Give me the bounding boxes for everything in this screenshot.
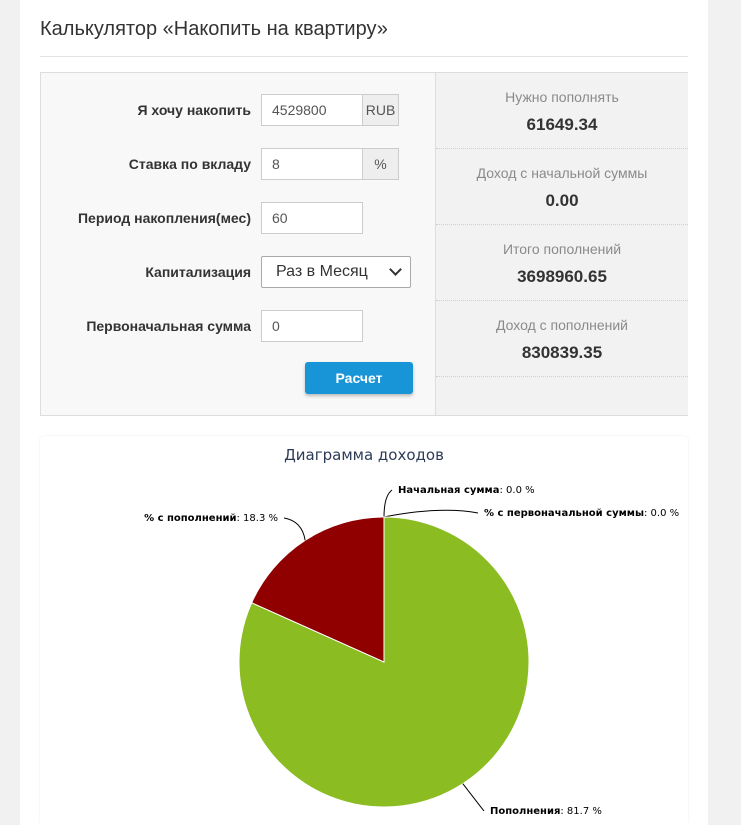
capitalization-select[interactable]: Раз в Месяц [261, 256, 411, 288]
initial-amount-input[interactable] [261, 310, 363, 342]
percent-addon: % [363, 148, 399, 180]
result-value: 3698960.65 [517, 267, 607, 286]
pie-connector-0 [383, 489, 393, 518]
result-initial-income: Доход с начальной суммы 0.00 [436, 149, 688, 225]
capitalization-label: Капитализация [145, 264, 251, 280]
results-panel: Нужно пополнять 61649.34 Доход с начальн… [435, 73, 688, 415]
calculator-panel: Я хочу накопить RUB Ставка по вкладу % П… [40, 72, 688, 416]
result-label: Доход с начальной суммы [476, 165, 648, 181]
pie-connector-2 [462, 783, 485, 812]
rate-label: Ставка по вкладу [128, 156, 251, 172]
initial-amount-label: Первоначальная сумма [86, 318, 251, 334]
target-amount-input[interactable] [261, 94, 363, 126]
pie-connector-1 [383, 509, 479, 518]
page-container: Калькулятор «Накопить на квартиру» Я хоч… [20, 0, 708, 825]
title-divider [40, 56, 688, 57]
pie-label-1: % с первоначальной суммы: 0.0 % [484, 508, 679, 519]
pie-label-3: % с пополнений: 18.3 % [144, 513, 278, 524]
period-input[interactable] [261, 202, 363, 234]
result-deposit-income: Доход с пополнений 830839.35 [436, 301, 688, 377]
target-amount-label: Я хочу накопить [137, 102, 251, 118]
income-pie-chart: Начальная сумма: 0.0 % % с первоначальной… [144, 485, 679, 817]
page-title: Калькулятор «Накопить на квартиру» [40, 18, 388, 40]
result-value: 830839.35 [521, 343, 603, 362]
rate-input[interactable] [261, 148, 363, 180]
result-label: Итого пополнений [502, 241, 622, 257]
result-total-deposits: Итого пополнений 3698960.65 [436, 225, 688, 301]
chevron-down-icon [389, 263, 402, 276]
period-label: Период накопления(мес) [77, 210, 251, 226]
result-value: 61649.34 [526, 115, 598, 134]
result-monthly-deposit: Нужно пополнять 61649.34 [436, 73, 688, 149]
pie-connector-3 [283, 517, 306, 541]
income-chart-panel: Диаграмма доходов Начальная сумма: 0.0 %… [40, 436, 688, 825]
result-value: 0.00 [545, 191, 579, 210]
result-label: Нужно пополнять [505, 89, 619, 105]
result-label: Доход с пополнений [495, 317, 629, 333]
pie-label-2: Пополнения: 81.7 % [490, 806, 602, 817]
currency-addon: RUB [363, 94, 399, 126]
capitalization-selected-value: Раз в Месяц [276, 263, 368, 280]
calculate-button[interactable]: Расчет [305, 362, 413, 394]
pie-label-0: Начальная сумма: 0.0 % [398, 485, 535, 496]
